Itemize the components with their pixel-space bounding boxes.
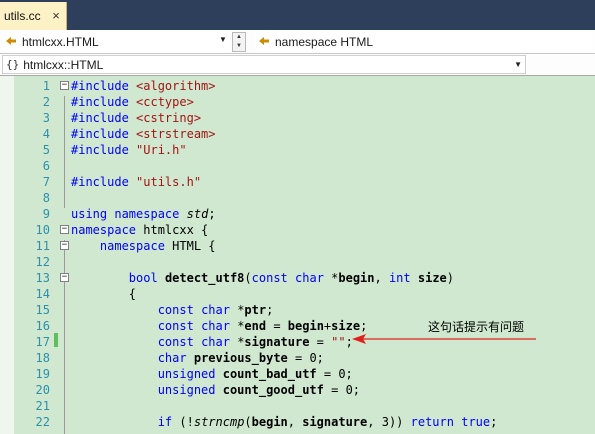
code-text: #include <cctype> xyxy=(71,95,194,109)
code-line[interactable]: 13 − bool detect_utf8(const char *begin, … xyxy=(0,270,595,286)
line-number: 20 xyxy=(35,383,50,397)
line-number: 16 xyxy=(35,319,50,333)
scope-dropdown-value: htmlcxx::HTML xyxy=(23,57,104,72)
code-text: unsigned count_bad_utf = 0; xyxy=(157,367,353,381)
line-number: 12 xyxy=(35,255,50,269)
code-text: namespace htmlcxx { xyxy=(71,223,209,237)
class-icon xyxy=(5,36,19,49)
code-text: #include <algorithm> xyxy=(71,79,216,93)
code-text: const char *signature = ""; xyxy=(157,335,353,349)
line-number: 17 xyxy=(35,335,50,349)
line-number: 5 xyxy=(42,143,50,157)
line-number: 19 xyxy=(35,367,50,381)
chevron-down-icon: ▼ xyxy=(514,60,522,69)
code-line[interactable]: 12 xyxy=(0,254,595,270)
code-editor[interactable]: 1− #include <algorithm> 2 #include <cctype>… xyxy=(0,76,595,434)
tab-title: utils.cc xyxy=(4,9,41,23)
code-line[interactable]: 20 unsigned count_good_utf = 0; xyxy=(0,382,595,398)
code-line[interactable]: 5 #include "Uri.h" xyxy=(0,142,595,158)
member-dropdown-value: namespace HTML xyxy=(275,35,374,49)
code-line[interactable]: 8 xyxy=(0,190,595,206)
line-number: 4 xyxy=(42,127,50,141)
line-number: 14 xyxy=(35,287,50,301)
code-line[interactable]: 1 − #include <algorithm> xyxy=(0,78,595,94)
namespace-icon xyxy=(258,36,272,49)
code-text: if (!strncmp(begin, signature, 3)) retur… xyxy=(157,415,498,429)
line-number: 2 xyxy=(42,95,50,109)
code-line[interactable]: 9 using namespace std; xyxy=(0,206,595,222)
collapse-icon[interactable]: − xyxy=(60,273,69,282)
code-text: const char *ptr; xyxy=(157,303,274,317)
class-dropdown-value: htmlcxx.HTML xyxy=(22,35,99,49)
code-text: #include <strstream> xyxy=(71,127,216,141)
line-number: 3 xyxy=(42,111,50,125)
member-dropdown[interactable]: namespace HTML xyxy=(255,32,593,52)
line-number: 18 xyxy=(35,351,50,365)
code-text: char previous_byte = 0; xyxy=(157,351,324,365)
line-number: 13 xyxy=(35,271,50,285)
line-number: 15 xyxy=(35,303,50,317)
split-spinner[interactable]: ▲ ▼ xyxy=(232,32,246,52)
code-line[interactable]: 2 #include <cctype> xyxy=(0,94,595,110)
code-line[interactable]: 4 #include <strstream> xyxy=(0,126,595,142)
collapse-icon[interactable]: − xyxy=(60,225,69,234)
code-line[interactable]: 14 { xyxy=(0,286,595,302)
document-tab-bar: utils.cc × xyxy=(0,0,595,30)
code-text: unsigned count_good_utf = 0; xyxy=(157,383,361,397)
navigation-bar: htmlcxx.HTML ▼ ▲ ▼ namespace HTML xyxy=(0,30,595,54)
code-line[interactable]: 22 if (!strncmp(begin, signature, 3)) re… xyxy=(0,414,595,430)
code-text: using namespace std; xyxy=(71,207,216,221)
code-line[interactable]: 18 char previous_byte = 0; xyxy=(0,350,595,366)
collapse-icon[interactable]: − xyxy=(60,241,69,250)
scope-bar: {} htmlcxx::HTML ▼ xyxy=(0,54,595,76)
annotation-arrow xyxy=(352,334,536,344)
line-number: 1 xyxy=(42,79,50,93)
line-number: 7 xyxy=(42,175,50,189)
code-text: #include <cstring> xyxy=(71,111,202,125)
code-line[interactable]: 19 unsigned count_bad_utf = 0; xyxy=(0,366,595,382)
code-text: #include "utils.h" xyxy=(71,175,202,189)
tab-utils-cc[interactable]: utils.cc × xyxy=(0,2,67,30)
spin-down-icon[interactable]: ▼ xyxy=(233,42,245,51)
code-line[interactable]: 6 xyxy=(0,158,595,174)
line-number: 22 xyxy=(35,415,50,429)
close-icon[interactable]: × xyxy=(49,9,63,23)
code-line[interactable]: 7 #include "utils.h" xyxy=(0,174,595,190)
code-text: namespace HTML { xyxy=(99,239,216,253)
class-dropdown[interactable]: htmlcxx.HTML ▼ xyxy=(2,32,231,52)
line-number: 6 xyxy=(42,159,50,173)
code-line[interactable]: 15 const char *ptr; xyxy=(0,302,595,318)
braces-icon: {} xyxy=(6,58,20,71)
line-number: 10 xyxy=(35,223,50,237)
code-line[interactable]: 11 − namespace HTML { xyxy=(0,238,595,254)
spin-up-icon[interactable]: ▲ xyxy=(233,33,245,42)
line-number: 8 xyxy=(42,191,50,205)
code-text: const char *end = begin+size; xyxy=(157,319,368,333)
chevron-down-icon: ▼ xyxy=(219,35,227,44)
code-text: #include "Uri.h" xyxy=(71,143,187,157)
code-line[interactable]: 21 xyxy=(0,398,595,414)
line-number: 21 xyxy=(35,399,50,413)
collapse-icon[interactable]: − xyxy=(60,81,69,90)
code-line[interactable]: 3 #include <cstring> xyxy=(0,110,595,126)
line-number: 11 xyxy=(35,239,50,253)
code-line[interactable]: 10 − namespace htmlcxx { xyxy=(0,222,595,238)
code-text: { xyxy=(71,287,137,301)
line-number: 9 xyxy=(42,207,50,221)
code-text: bool detect_utf8(const char *begin, int … xyxy=(128,271,455,285)
scope-dropdown[interactable]: {} htmlcxx::HTML ▼ xyxy=(2,55,526,74)
